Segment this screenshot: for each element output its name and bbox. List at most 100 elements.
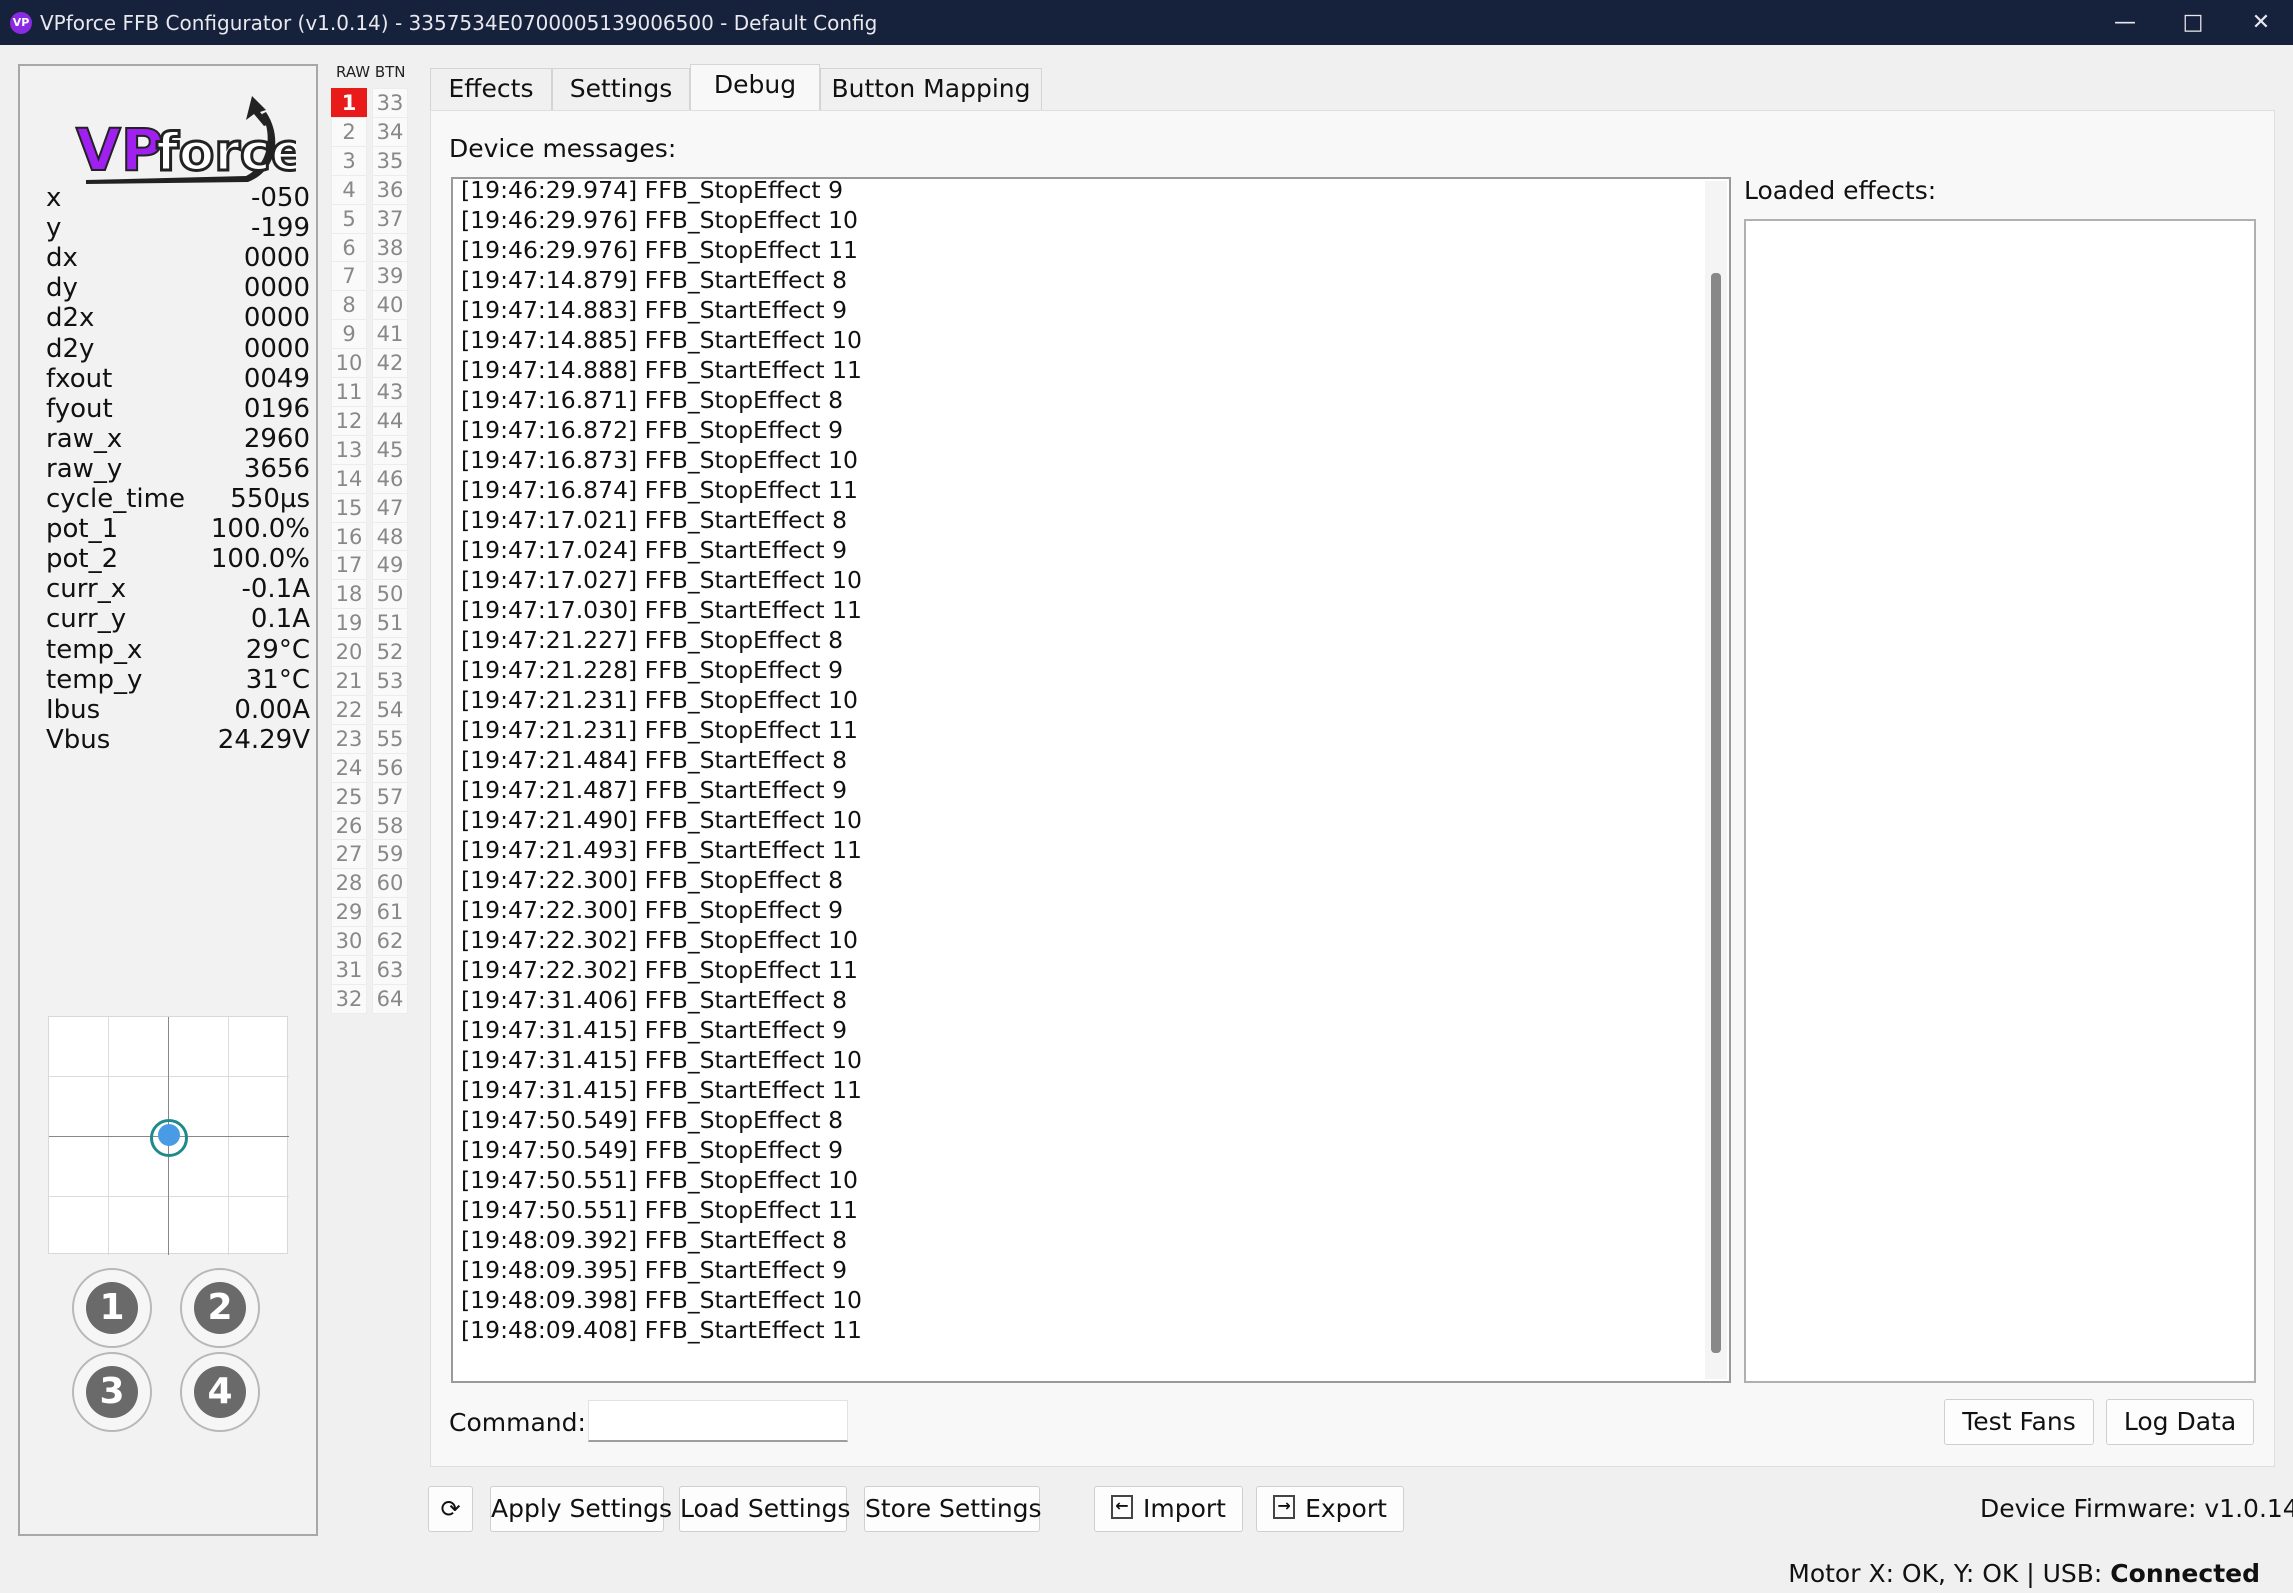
tab-button-mapping[interactable]: Button Mapping (820, 68, 1042, 110)
log-line: [19:47:21.231] FFB_StopEffect 11 (461, 716, 859, 744)
raw-button-17: 17 (331, 550, 367, 581)
import-button[interactable]: ← Import (1094, 1486, 1243, 1532)
window-title: VPforce FFB Configurator (v1.0.14) - 335… (40, 11, 878, 35)
log-line: [19:46:29.974] FFB_StopEffect 9 (461, 177, 844, 204)
log-line: [19:47:21.490] FFB_StartEffect 10 (461, 806, 862, 834)
test-fans-button[interactable]: Test Fans (1944, 1399, 2094, 1445)
log-scrollbar-thumb[interactable] (1711, 273, 1721, 1353)
tab-settings[interactable]: Settings (552, 68, 690, 110)
raw-button-30: 30 (331, 926, 367, 957)
usb-connection-status: Connected (2110, 1559, 2260, 1588)
raw-button-43: 43 (372, 377, 408, 407)
log-line: [19:47:31.415] FFB_StartEffect 9 (461, 1016, 848, 1044)
log-line: [19:48:09.408] FFB_StartEffect 11 (461, 1316, 862, 1344)
raw-button-28: 28 (331, 868, 367, 899)
raw-button-19: 19 (331, 608, 367, 639)
log-line: [19:47:17.021] FFB_StartEffect 8 (461, 506, 848, 534)
raw-button-39: 39 (372, 261, 408, 292)
log-line: [19:47:21.493] FFB_StartEffect 11 (461, 836, 862, 864)
raw-button-57: 57 (372, 781, 408, 812)
raw-button-37: 37 (372, 203, 408, 234)
tab-debug[interactable]: Debug (690, 64, 820, 111)
device-firmware-version: Device Firmware: v1.0.14 (1980, 1494, 2293, 1523)
log-line: [19:46:29.976] FFB_StopEffect 10 (461, 206, 859, 234)
log-line: [19:47:21.231] FFB_StopEffect 10 (461, 686, 859, 714)
raw-button-53: 53 (372, 666, 408, 696)
raw-button-18: 18 (331, 579, 367, 610)
export-button[interactable]: → Export (1256, 1486, 1404, 1532)
raw-button-14: 14 (331, 463, 367, 494)
raw-button-50: 50 (372, 579, 408, 610)
title-bar: VP VPforce FFB Configurator (v1.0.14) - … (0, 0, 2293, 45)
export-label: Export (1305, 1494, 1387, 1523)
log-line: [19:47:17.027] FFB_StartEffect 10 (461, 566, 862, 594)
import-label: Import (1143, 1494, 1226, 1523)
loaded-effects-list[interactable] (1744, 219, 2256, 1383)
raw-button-7: 7 (331, 261, 367, 292)
log-line: [19:47:50.551] FFB_StopEffect 10 (461, 1166, 859, 1194)
stat-row-Vbus: Vbus 24.29V (46, 720, 310, 760)
svg-text:force: force (156, 123, 296, 183)
raw-button-61: 61 (372, 897, 408, 928)
raw-button-11: 11 (331, 377, 367, 407)
log-line: [19:47:22.300] FFB_StopEffect 9 (461, 896, 844, 924)
status-bar: Motor X: OK, Y: OK | USB: Connected (1600, 1558, 2260, 1590)
log-data-button[interactable]: Log Data (2106, 1399, 2254, 1445)
log-line: [19:47:31.415] FFB_StartEffect 11 (461, 1076, 862, 1104)
close-button[interactable]: ✕ (2226, 0, 2293, 45)
apply-settings-button[interactable]: Apply Settings (490, 1486, 672, 1532)
refresh-button[interactable]: ⟳ (428, 1486, 473, 1532)
log-line: [19:47:21.228] FFB_StopEffect 9 (461, 656, 844, 684)
device-messages-log[interactable]: [19:46:29.974] FFB_StopEffect 9 [19:46:29… (451, 177, 1731, 1383)
raw-button-47: 47 (372, 492, 408, 523)
raw-button-9: 9 (331, 319, 367, 350)
pov-button-3: 3 (72, 1352, 152, 1432)
raw-button-41: 41 (372, 319, 408, 350)
raw-button-62: 62 (372, 926, 408, 957)
raw-button-54: 54 (372, 694, 408, 725)
minimize-button[interactable]: — (2090, 0, 2160, 45)
raw-button-3: 3 (331, 145, 367, 176)
import-icon: ← (1111, 1495, 1133, 1519)
raw-button-44: 44 (372, 405, 408, 436)
pov-button-1-label: 1 (86, 1282, 138, 1334)
pov-button-4: 4 (180, 1352, 260, 1432)
log-line: [19:47:16.872] FFB_StopEffect 9 (461, 416, 844, 444)
raw-button-10: 10 (331, 348, 367, 379)
raw-button-34: 34 (372, 116, 408, 147)
raw-button-8: 8 (331, 290, 367, 321)
log-line: [19:47:21.484] FFB_StartEffect 8 (461, 746, 848, 774)
svg-text:VP: VP (76, 116, 163, 184)
raw-button-20: 20 (331, 637, 367, 668)
raw-button-52: 52 (372, 637, 408, 668)
raw-button-31: 31 (331, 955, 367, 985)
raw-button-35: 35 (372, 145, 408, 176)
raw-button-4: 4 (331, 174, 367, 205)
loaded-effects-label: Loaded effects: (1744, 176, 1937, 205)
raw-button-1: 1 (331, 88, 367, 118)
raw-button-26: 26 (331, 810, 367, 841)
log-line: [19:47:16.871] FFB_StopEffect 8 (461, 386, 844, 414)
raw-button-2: 2 (331, 116, 367, 147)
log-lines: [19:46:29.974] FFB_StopEffect 9 [19:46:29… (461, 177, 862, 1345)
maximize-button[interactable]: □ (2158, 0, 2228, 45)
log-scrollbar[interactable] (1705, 181, 1727, 1379)
log-line: [19:47:21.487] FFB_StartEffect 9 (461, 776, 848, 804)
command-input[interactable] (588, 1400, 848, 1442)
log-line: [19:47:16.873] FFB_StopEffect 10 (461, 446, 859, 474)
log-line: [19:47:21.227] FFB_StopEffect 8 (461, 626, 844, 654)
raw-button-63: 63 (372, 955, 408, 985)
raw-button-6: 6 (331, 232, 367, 263)
raw-button-13: 13 (331, 434, 367, 465)
log-line: [19:47:16.874] FFB_StopEffect 11 (461, 476, 859, 504)
raw-button-5: 5 (331, 203, 367, 234)
log-line: [19:47:17.030] FFB_StartEffect 11 (461, 596, 862, 624)
raw-button-46: 46 (372, 463, 408, 494)
store-settings-button[interactable]: Store Settings (864, 1486, 1042, 1532)
export-icon: → (1273, 1495, 1296, 1519)
tab-effects[interactable]: Effects (430, 68, 552, 110)
log-line: [19:47:14.888] FFB_StartEffect 11 (461, 356, 862, 384)
log-line: [19:47:14.879] FFB_StartEffect 8 (461, 266, 848, 294)
load-settings-button[interactable]: Load Settings (679, 1486, 850, 1532)
stat-value: 24.29V (217, 724, 310, 755)
